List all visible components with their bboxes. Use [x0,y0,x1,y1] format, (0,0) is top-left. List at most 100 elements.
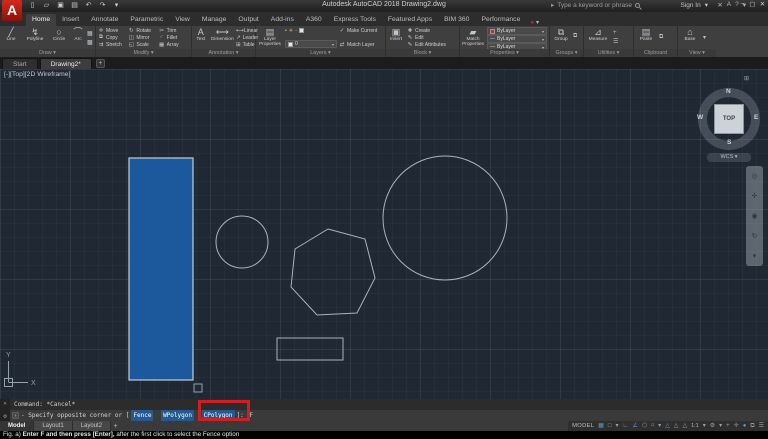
match-properties-button[interactable]: ▰ Match Properties [460,26,486,49]
viewcube-east[interactable]: E [754,114,758,121]
snap-toggle-icon[interactable]: □ [608,421,612,431]
layer-properties-button[interactable]: ▤ Layer Properties [256,26,284,49]
open-file-icon[interactable]: ▱ [42,1,51,9]
match-layer-button[interactable]: ⇄Match Layer [339,41,381,48]
object-color-dropdown[interactable]: ByLayer ▾ [487,27,547,35]
text-button[interactable]: A Text [192,26,210,49]
circle-button[interactable]: ○ Circle [48,26,70,49]
clean-screen-icon[interactable]: ⧉ [750,421,754,431]
osnap-caret-icon[interactable]: ▾ [658,421,661,431]
new-layout-button[interactable]: + [111,423,120,430]
ribbon-pin-icon[interactable]: ▾ [703,34,706,41]
selected-rectangle-shape[interactable] [129,158,193,380]
scale-button[interactable]: ◱Scale [128,41,158,48]
leader-button[interactable]: ↗Leader [236,34,254,41]
nav-pan-icon[interactable]: ✛ [752,192,758,200]
insert-button[interactable]: ▣ Insert [386,26,406,49]
panel-clipboard-label[interactable]: Clipboard [634,49,677,57]
autodesk-a-icon[interactable]: A [727,1,731,9]
fillet-button[interactable]: ◜Fillet [159,34,189,41]
table-button[interactable]: ⊞Table [236,41,254,48]
panel-properties-label[interactable]: Properties ▾ [460,49,549,57]
group-button[interactable]: ⧉ Group [550,26,572,49]
graphics-performance-icon[interactable]: ● [743,421,747,431]
mirror-button[interactable]: ◫Mirror [128,34,158,41]
quick-calc-icon[interactable]: + [613,30,618,36]
linear-button[interactable]: ⟷Linear [236,27,254,34]
tab-featured-apps[interactable]: Featured Apps [382,14,438,26]
line-button[interactable]: ╱ Line [0,26,22,49]
hatch-icon[interactable]: ▦ [87,30,93,37]
layer-lock-icon[interactable]: ◦ [295,28,297,34]
annotation-scale-icon[interactable]: △ [682,421,687,431]
wcs-dropdown[interactable]: WCS ▾ [707,153,751,162]
recent-commands-icon[interactable]: › [12,412,19,419]
panel-layers-label[interactable]: Layers ▾ [256,49,385,57]
edit-attributes-button[interactable]: ✎Edit Attributes [407,41,457,48]
annotation-autoscale-icon[interactable]: △ [674,421,679,431]
panel-modify-label[interactable]: Modify ▾ [96,49,191,57]
exchange-icon[interactable]: ✕ [717,1,722,9]
tab-annotate[interactable]: Annotate [85,14,124,26]
cpolygon-option-button[interactable]: CPolygon [202,410,235,421]
model-tab[interactable]: Model [0,421,34,431]
base-button[interactable]: ⌂ Base [678,26,702,49]
command-input-line[interactable]: › - Specify opposite corner or [ Fence W… [10,410,768,421]
search-icon[interactable] [635,3,640,8]
sign-in-caret-icon[interactable]: ▾ [705,1,708,9]
small-circle-shape[interactable] [216,216,268,268]
tab-bim360[interactable]: BIM 360 [438,14,475,26]
panel-utilities-label[interactable]: Utilities ▾ [584,49,633,57]
large-circle-shape[interactable] [383,156,507,280]
copy-button[interactable]: ⧉Copy [98,34,128,41]
layout2-tab[interactable]: Layout2 [73,421,111,431]
snap-caret-icon[interactable]: ▾ [616,421,619,431]
viewcube-south[interactable]: S [727,139,731,146]
panel-block-label[interactable]: Block ▾ [386,49,459,57]
new-file-icon[interactable]: ▯ [28,1,37,9]
create-block-button[interactable]: ✚Create [407,27,457,34]
maximize-icon[interactable]: ▢ [749,0,756,8]
redo-icon[interactable]: ↷ [98,1,107,9]
tab-manage[interactable]: Manage [196,14,233,26]
linetype-dropdown[interactable]: — ByLayer ▾ [487,35,547,43]
viewcube-west[interactable]: W [697,114,703,121]
osnap-toggle-icon[interactable]: ⌑ [651,421,654,431]
save-icon[interactable]: ▣ [56,1,65,9]
drawing-canvas[interactable]: [-][Top][2D Wireframe] Y X N S W E TOP W… [0,69,768,399]
sign-in-label[interactable]: Sign In [680,2,700,9]
layer-on-icon[interactable]: • [285,28,287,34]
viewport-controls[interactable]: [-][Top][2D Wireframe] [4,71,70,78]
ortho-toggle-icon[interactable]: ∟ [623,421,629,431]
gear-caret-icon[interactable]: ▾ [719,421,722,431]
scale-caret-icon[interactable]: ▾ [703,421,706,431]
file-tab-start[interactable]: Start [2,58,38,69]
edit-block-button[interactable]: ✎Edit [407,34,457,41]
search-arrow-icon[interactable]: ▸ [551,1,554,9]
nav-orbit-icon[interactable]: ↻ [752,232,758,240]
polyline-button[interactable]: ↯ Polyline [22,26,48,49]
layout1-tab[interactable]: Layout1 [34,421,72,431]
app-logo[interactable]: A [2,0,22,21]
rotate-button[interactable]: ↻Rotate [128,27,158,34]
annotation-visibility-icon[interactable]: △ [665,421,670,431]
tab-a360[interactable]: A360 [300,14,328,26]
fence-option-button[interactable]: Fence [131,410,153,421]
search-input[interactable]: Type a keyword or phrase [557,2,632,9]
array-button[interactable]: ▦Array [159,41,189,48]
tab-performance[interactable]: Performance [475,14,526,26]
viewcube-north[interactable]: N [726,88,731,95]
panel-draw-label[interactable]: Draw ▾ [0,49,95,57]
tab-view[interactable]: View [169,14,196,26]
customization-menu-icon[interactable]: ☰ [759,421,764,431]
command-close-icon[interactable]: ✕ [3,400,7,407]
undo-icon[interactable]: ↶ [84,1,93,9]
isolate-objects-icon[interactable]: ✛ [734,421,739,431]
tab-home[interactable]: Home [26,14,56,26]
panel-view-label[interactable]: View ▾ [678,49,716,57]
layer-freeze-icon[interactable]: ☀ [289,28,293,34]
annotation-scale-value[interactable]: 1:1 [691,423,699,429]
close-icon[interactable]: ✕ [759,0,766,8]
measure-button[interactable]: ⊿ Measure [584,26,612,49]
layer-dropdown[interactable]: 0 ▾ [285,40,337,48]
